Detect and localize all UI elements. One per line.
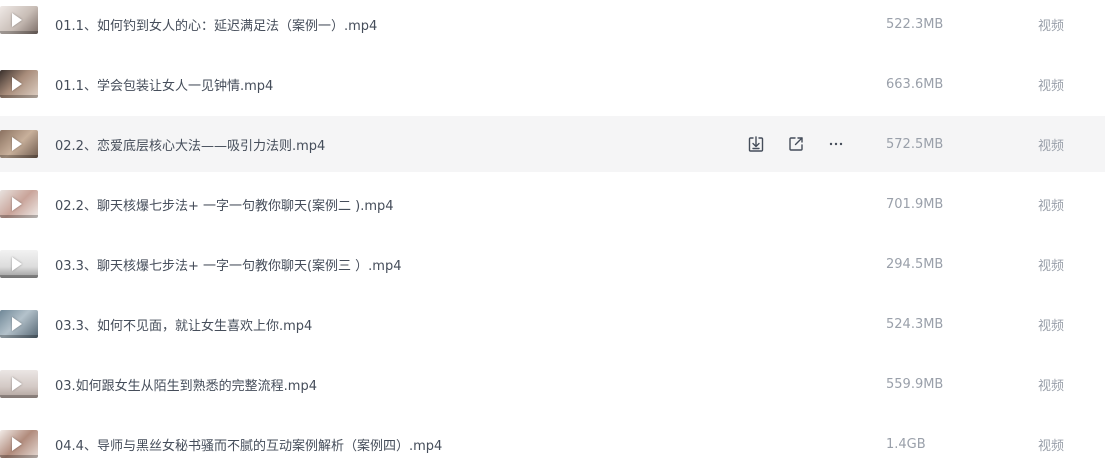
play-icon: [12, 137, 22, 151]
file-type: 视频: [1038, 138, 1065, 154]
file-type: 视频: [1038, 78, 1065, 94]
file-size: 701.9MB: [886, 196, 944, 212]
file-name[interactable]: 03.3、聊天核爆七步法+ 一字一句教你聊天(案例三 ）.mp4: [55, 255, 402, 274]
file-row[interactable]: 02.2、恋爱底层核心大法——吸引力法则.mp4 572.5MB 视频: [0, 116, 1105, 172]
video-thumbnail[interactable]: [0, 130, 38, 158]
file-row[interactable]: 04.4、导师与黑丝女秘书骚而不腻的互动案例解析（案例四）.mp4 1.4GB …: [0, 416, 1105, 467]
file-row[interactable]: 03.3、聊天核爆七步法+ 一字一句教你聊天(案例三 ）.mp4 294.5MB…: [0, 236, 1105, 292]
play-icon: [12, 197, 22, 211]
file-row[interactable]: 02.2、聊天核爆七步法+ 一字一句教你聊天(案例二 ).mp4 701.9MB…: [0, 176, 1105, 232]
file-type: 视频: [1038, 438, 1065, 454]
file-list: 01.1、如何钓到女人的心：延迟满足法（案例一）.mp4 522.3MB 视频 …: [0, 0, 1105, 467]
file-row[interactable]: 01.1、如何钓到女人的心：延迟满足法（案例一）.mp4 522.3MB 视频: [0, 0, 1105, 52]
file-name[interactable]: 01.1、如何钓到女人的心：延迟满足法（案例一）.mp4: [55, 15, 377, 34]
play-icon: [12, 317, 22, 331]
video-thumbnail[interactable]: [0, 370, 38, 398]
file-size: 522.3MB: [886, 16, 944, 32]
video-thumbnail[interactable]: [0, 190, 38, 218]
file-type: 视频: [1038, 378, 1065, 394]
file-size: 663.6MB: [886, 76, 944, 92]
play-icon: [12, 13, 22, 27]
file-row[interactable]: 03.如何跟女生从陌生到熟悉的完整流程.mp4 559.9MB 视频: [0, 356, 1105, 412]
play-icon: [12, 437, 22, 451]
file-type: 视频: [1038, 258, 1065, 274]
file-name[interactable]: 02.2、恋爱底层核心大法——吸引力法则.mp4: [55, 135, 325, 154]
file-name[interactable]: 03.如何跟女生从陌生到熟悉的完整流程.mp4: [55, 375, 317, 394]
file-size: 559.9MB: [886, 376, 944, 392]
file-type: 视频: [1038, 318, 1065, 334]
video-thumbnail[interactable]: [0, 70, 38, 98]
video-thumbnail[interactable]: [0, 6, 38, 34]
file-name[interactable]: 03.3、如何不见面，就让女生喜欢上你.mp4: [55, 315, 312, 334]
file-type: 视频: [1038, 198, 1065, 214]
play-icon: [12, 257, 22, 271]
file-size: 572.5MB: [886, 136, 944, 152]
file-name[interactable]: 02.2、聊天核爆七步法+ 一字一句教你聊天(案例二 ).mp4: [55, 195, 394, 214]
share-icon[interactable]: [786, 134, 806, 154]
row-actions: [746, 134, 846, 154]
file-name[interactable]: 01.1、学会包装让女人一见钟情.mp4: [55, 75, 273, 94]
download-icon[interactable]: [746, 134, 766, 154]
video-thumbnail[interactable]: [0, 310, 38, 338]
file-name[interactable]: 04.4、导师与黑丝女秘书骚而不腻的互动案例解析（案例四）.mp4: [55, 435, 442, 454]
file-size: 294.5MB: [886, 256, 944, 272]
play-icon: [12, 77, 22, 91]
video-thumbnail[interactable]: [0, 250, 38, 278]
file-row[interactable]: 03.3、如何不见面，就让女生喜欢上你.mp4 524.3MB 视频: [0, 296, 1105, 352]
file-row[interactable]: 01.1、学会包装让女人一见钟情.mp4 663.6MB 视频: [0, 56, 1105, 112]
file-size: 524.3MB: [886, 316, 944, 332]
file-type: 视频: [1038, 18, 1065, 34]
play-icon: [12, 377, 22, 391]
more-icon[interactable]: [826, 134, 846, 154]
file-size: 1.4GB: [886, 436, 926, 452]
video-thumbnail[interactable]: [0, 430, 38, 458]
